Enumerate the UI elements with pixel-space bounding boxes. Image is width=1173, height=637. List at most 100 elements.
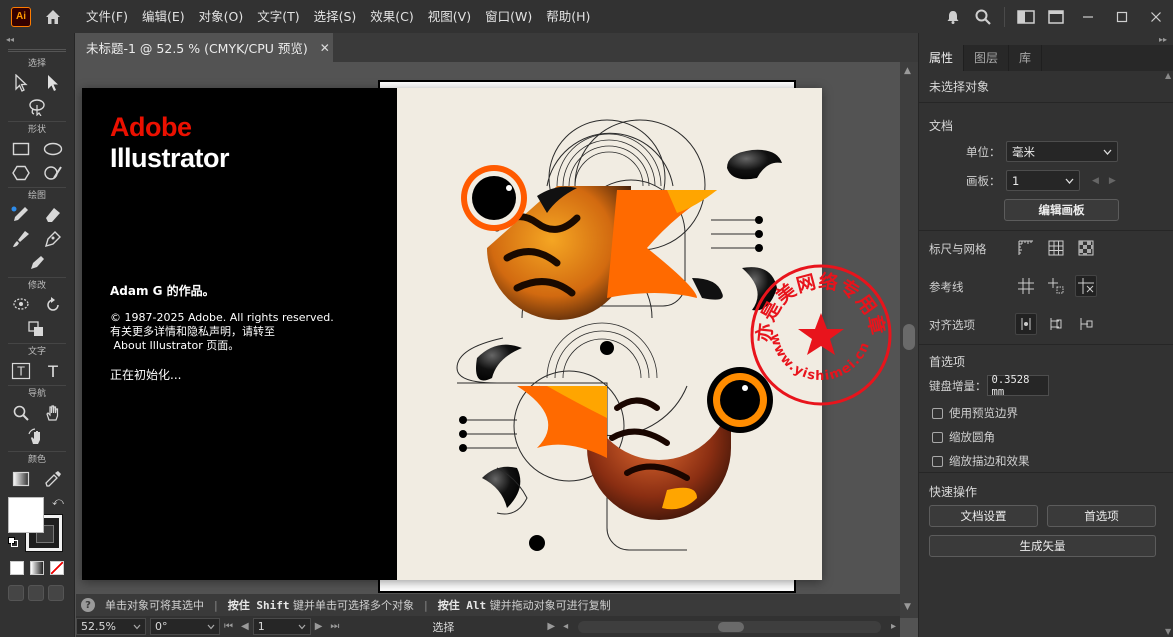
menu-type[interactable]: 文字(T) <box>250 0 306 33</box>
tab-properties[interactable]: 属性 <box>919 45 965 71</box>
status-menu-arrow-icon[interactable]: ▶ <box>547 621 555 632</box>
swap-fill-stroke-icon[interactable]: ⤺ <box>52 495 64 509</box>
first-artboard-icon[interactable]: ⏮ <box>224 621 233 632</box>
eraser-tool[interactable] <box>41 203 65 227</box>
show-guides-toggle[interactable] <box>1015 275 1037 297</box>
previous-artboard-icon[interactable]: ◀ <box>241 621 249 632</box>
menu-view[interactable]: 视图(V) <box>421 0 478 33</box>
snap-to-point-toggle[interactable] <box>1015 313 1037 335</box>
keyboard-increment-input[interactable]: 0.3528 mm <box>986 374 1049 398</box>
pencil-tool[interactable] <box>9 203 33 227</box>
hand-tool[interactable] <box>41 401 65 425</box>
tab-libraries[interactable]: 库 <box>1009 45 1043 71</box>
toolbar-grip[interactable] <box>8 49 66 52</box>
document-tab[interactable]: 未标题-1 @ 52.5 % (CMYK/CPU 预览) ✕ <box>76 33 333 62</box>
draw-normal-button[interactable] <box>8 585 24 601</box>
edit-artboards-button[interactable]: 编辑画板 <box>1004 199 1119 221</box>
grid-toggle[interactable] <box>1045 237 1067 259</box>
menu-edit[interactable]: 编辑(E) <box>135 0 192 33</box>
type-on-path-tool[interactable]: T <box>9 359 33 383</box>
canvas-vertical-scrollbar[interactable]: ▲ ▼ <box>900 62 918 618</box>
shaper-tool[interactable] <box>41 161 65 185</box>
next-artboard-icon[interactable]: ▶ <box>315 621 323 632</box>
about-link[interactable]: About Illustrator 页面。 <box>110 339 390 353</box>
notifications-button[interactable] <box>941 5 965 29</box>
shape-builder-tool[interactable] <box>25 317 49 341</box>
draw-inside-button[interactable] <box>48 585 64 601</box>
home-button[interactable] <box>41 5 65 29</box>
none-mode-button[interactable] <box>50 561 64 575</box>
paintbrush-tool[interactable] <box>9 227 33 251</box>
ellipse-tool[interactable] <box>41 137 65 161</box>
panel-scrollbar[interactable]: ▲ ▼ <box>1163 71 1173 637</box>
scroll-left-arrow[interactable]: ◂ <box>563 621 568 632</box>
next-artboard-icon[interactable]: ▶ <box>1109 176 1116 186</box>
artboard-dropdown[interactable]: 1 <box>1006 170 1080 191</box>
scale-strokes-option[interactable]: 缩放描边和效果 <box>932 453 1030 469</box>
menu-select[interactable]: 选择(S) <box>307 0 364 33</box>
last-artboard-icon[interactable]: ⏭ <box>330 621 339 632</box>
tab-layers[interactable]: 图层 <box>964 45 1010 71</box>
puppet-warp-tool[interactable] <box>9 293 33 317</box>
snap-to-grid-toggle[interactable] <box>1045 313 1067 335</box>
checkbox[interactable] <box>932 407 943 419</box>
rotate-view-tool[interactable] <box>25 425 49 449</box>
eyedropper-tool[interactable] <box>41 467 65 491</box>
rotation-field[interactable]: 0° <box>150 618 220 635</box>
zoom-tool[interactable] <box>9 401 33 425</box>
scroll-thumb[interactable] <box>903 324 915 350</box>
checkbox[interactable] <box>932 455 943 467</box>
canvas-area[interactable]: Adobe Illustrator Adam G 的作品。 © 1987-202… <box>76 62 900 594</box>
scroll-down-arrow[interactable]: ▼ <box>904 602 911 612</box>
checkbox[interactable] <box>932 431 943 443</box>
scroll-up-arrow[interactable]: ▲ <box>904 66 911 76</box>
lock-guides-toggle[interactable] <box>1075 275 1097 297</box>
search-button[interactable] <box>971 5 995 29</box>
document-setup-button[interactable]: 文档设置 <box>929 505 1038 527</box>
artboard-number-field[interactable]: 1 <box>252 618 311 635</box>
selection-tool[interactable] <box>9 71 33 95</box>
close-tab-icon[interactable]: ✕ <box>320 41 330 55</box>
draw-behind-button[interactable] <box>28 585 44 601</box>
workspace-button[interactable] <box>1044 5 1068 29</box>
default-colors-icon[interactable] <box>8 537 18 547</box>
smart-guides-toggle[interactable] <box>1045 275 1067 297</box>
lasso-tool[interactable] <box>25 95 49 119</box>
type-tool[interactable]: T <box>41 359 65 383</box>
rectangle-tool[interactable] <box>9 137 33 161</box>
gradient-mode-button[interactable] <box>30 561 44 575</box>
menu-effect[interactable]: 效果(C) <box>363 0 420 33</box>
preview-bounds-option[interactable]: 使用预览边界 <box>932 405 1018 421</box>
generate-vectors-button[interactable]: 生成矢量 <box>929 535 1156 557</box>
color-mode-button[interactable] <box>10 561 24 575</box>
blob-brush-tool[interactable] <box>25 251 49 275</box>
preferences-button[interactable]: 首选项 <box>1047 505 1156 527</box>
scroll-down-arrow[interactable]: ▼ <box>1165 627 1171 636</box>
arrange-documents-button[interactable] <box>1014 5 1038 29</box>
zoom-field[interactable]: 52.5% <box>76 618 146 635</box>
gradient-tool[interactable] <box>9 467 33 491</box>
snap-to-pixel-toggle[interactable] <box>1075 313 1097 335</box>
unit-dropdown[interactable]: 毫米 <box>1006 141 1118 162</box>
collapse-panel-button[interactable]: ▸▸ <box>919 33 1173 45</box>
scale-corners-option[interactable]: 缩放圆角 <box>932 429 995 445</box>
minimize-button[interactable] <box>1071 0 1105 33</box>
fill-swatch[interactable] <box>8 497 44 533</box>
menu-help[interactable]: 帮助(H) <box>539 0 597 33</box>
canvas-horizontal-scrollbar[interactable] <box>578 620 881 633</box>
pen-tool[interactable] <box>41 227 65 251</box>
close-window-button[interactable] <box>1139 0 1173 33</box>
collapse-toolbar-button[interactable]: ◂◂ <box>0 33 74 45</box>
direct-selection-tool[interactable] <box>41 71 65 95</box>
polygon-tool[interactable] <box>9 161 33 185</box>
menu-window[interactable]: 窗口(W) <box>478 0 539 33</box>
transparency-grid-toggle[interactable] <box>1075 237 1097 259</box>
menu-file[interactable]: 文件(F) <box>79 0 135 33</box>
scroll-right-arrow[interactable]: ▸ <box>891 621 896 632</box>
rotate-tool[interactable] <box>41 293 65 317</box>
status-mode[interactable]: 选择 <box>343 619 543 635</box>
previous-artboard-icon[interactable]: ◀ <box>1092 176 1099 186</box>
scroll-thumb[interactable] <box>718 621 745 632</box>
maximize-button[interactable] <box>1105 0 1139 33</box>
scroll-up-arrow[interactable]: ▲ <box>1165 71 1171 80</box>
